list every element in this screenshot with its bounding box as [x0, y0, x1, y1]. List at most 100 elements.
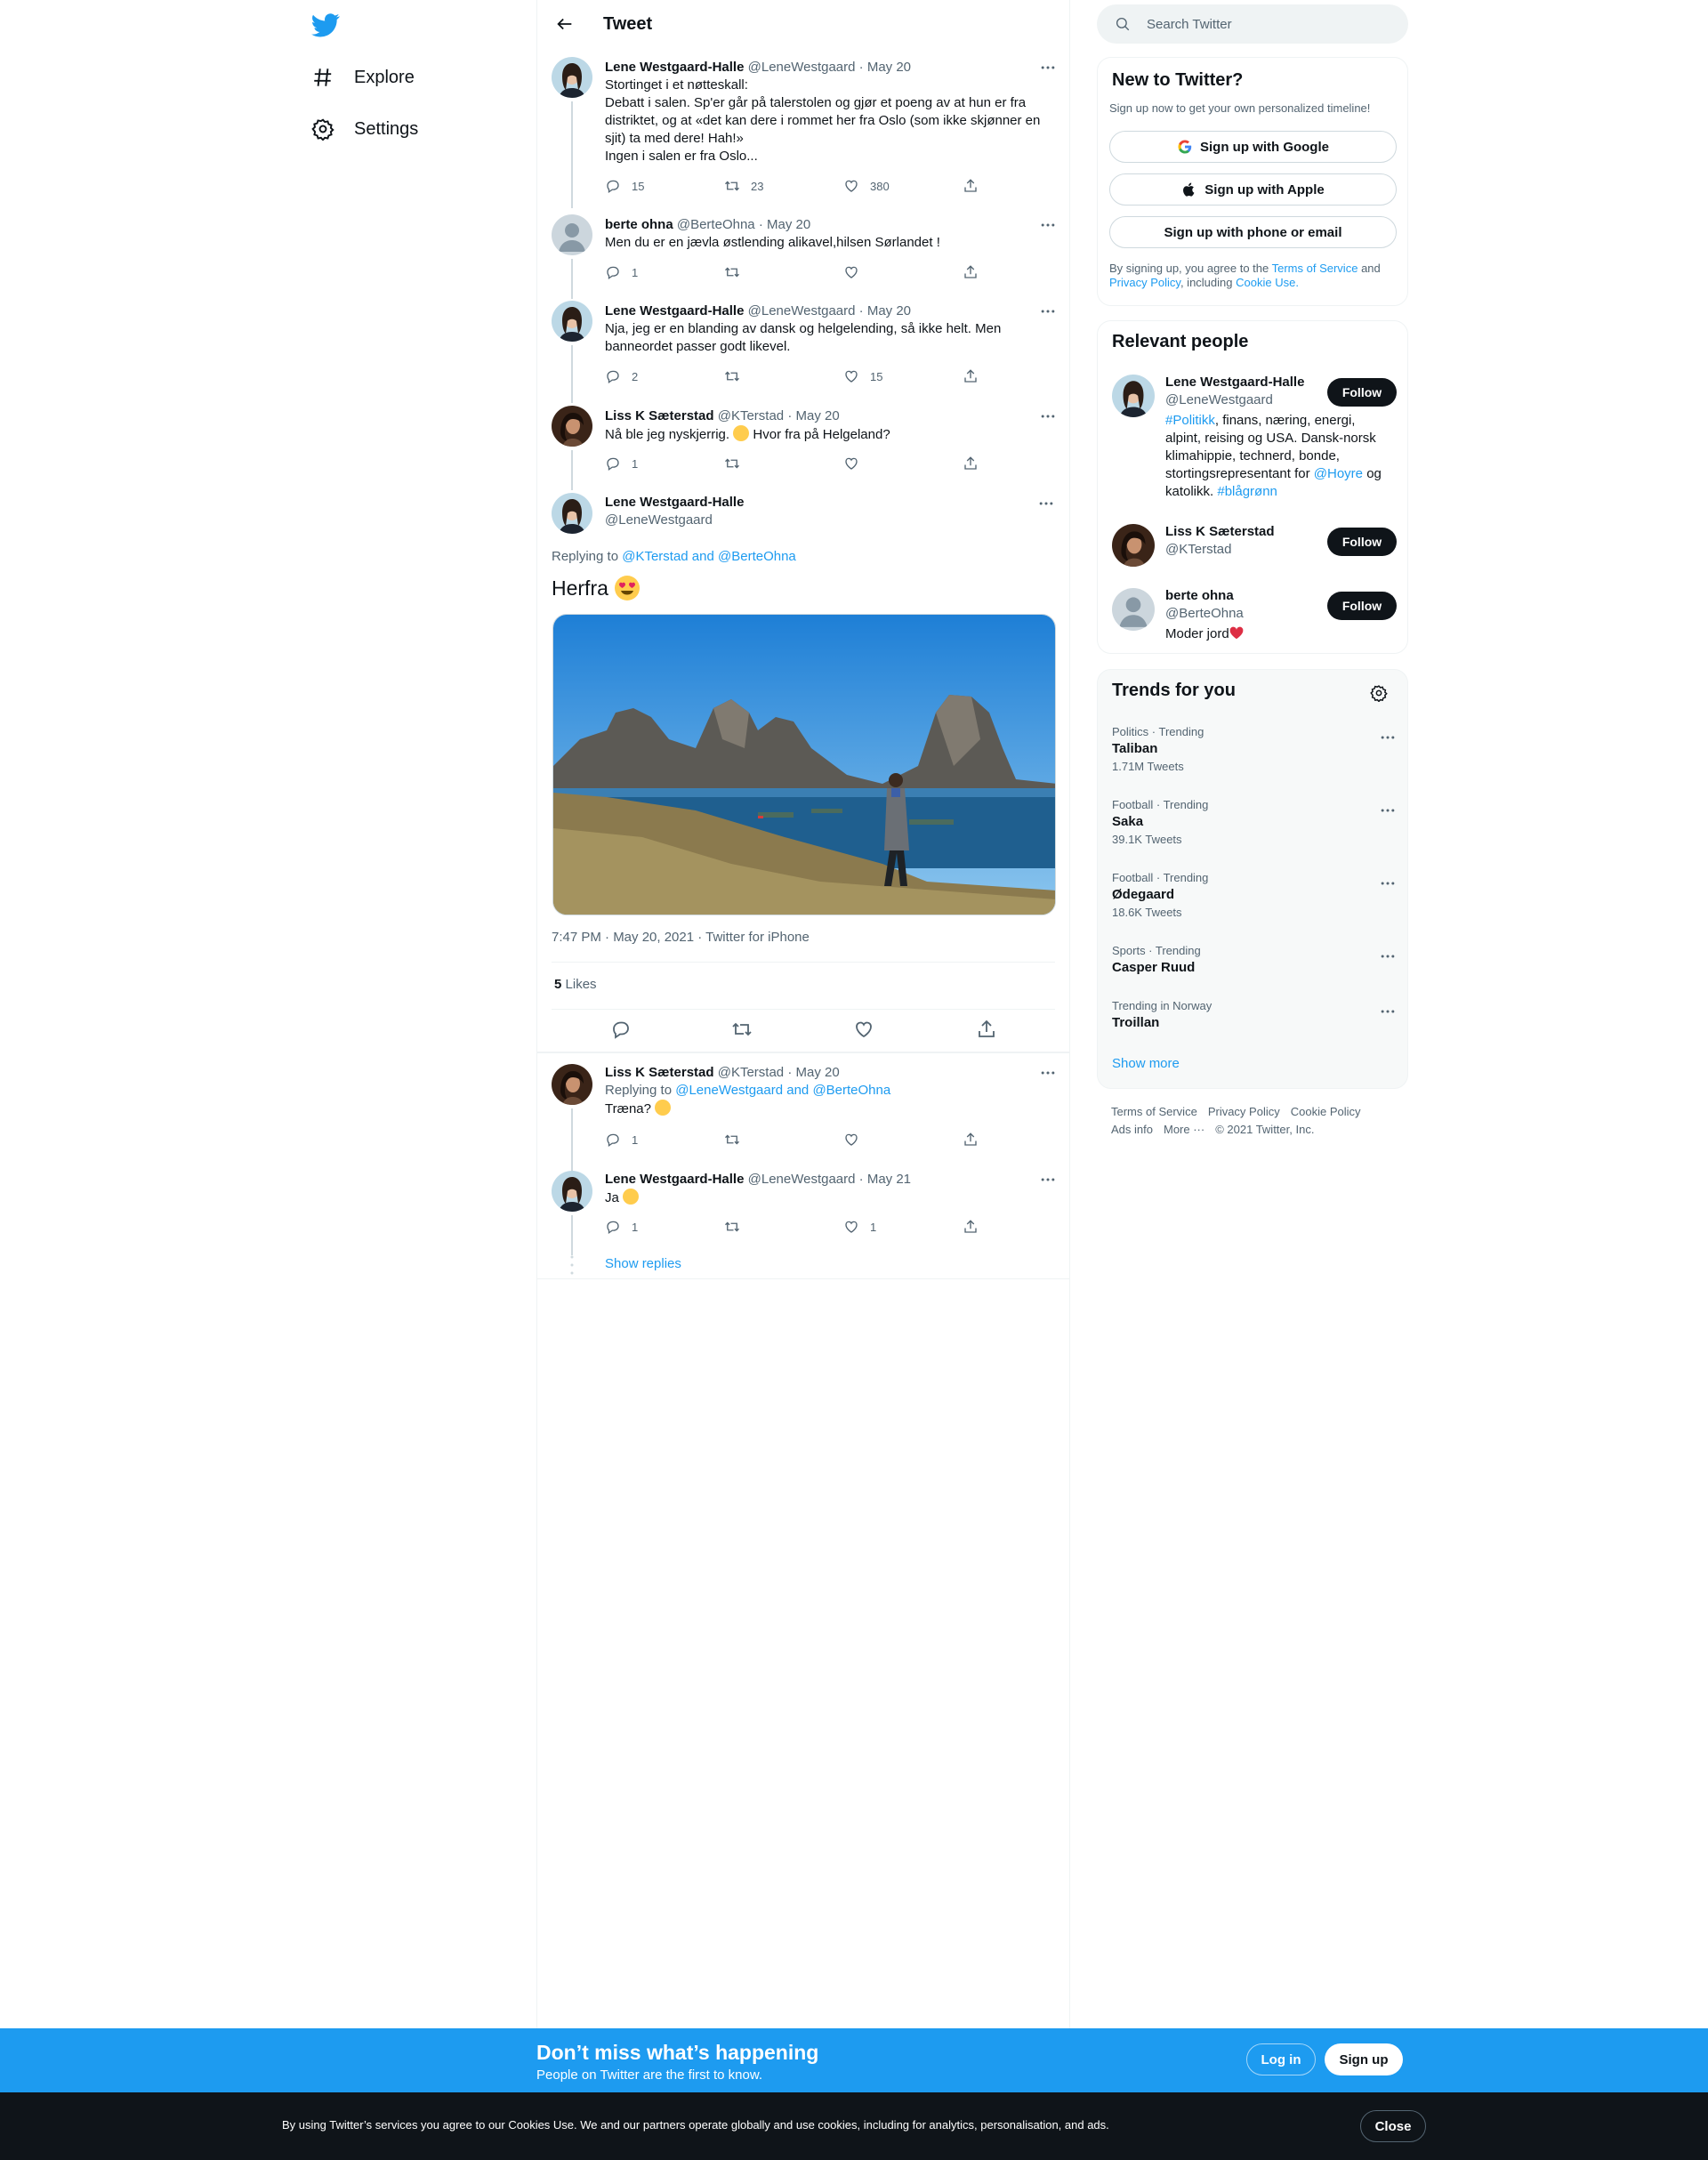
retweet-icon[interactable] — [731, 1019, 753, 1040]
tweet-date[interactable]: May 21 — [867, 1172, 911, 1187]
author-handle[interactable]: @LeneWestgaard — [748, 303, 856, 318]
author-handle[interactable]: @LeneWestgaard — [748, 60, 856, 75]
signup-phone-button[interactable]: Sign up with phone or email — [1109, 216, 1397, 248]
more-icon[interactable] — [1379, 947, 1397, 965]
signup-apple-button[interactable]: Sign up with Apple — [1109, 173, 1397, 206]
person-card[interactable]: berte ohna @BerteOhna Follow Moder jord — [1112, 588, 1397, 647]
avatar[interactable] — [552, 1064, 592, 1105]
retweet-button[interactable] — [724, 264, 740, 280]
likes-summary[interactable]: 5 Likes — [554, 977, 597, 992]
author-name[interactable]: Liss K Sæterstad — [605, 408, 714, 423]
signup-google-button[interactable]: Sign up with Google — [1109, 131, 1397, 163]
footer-link-privacy[interactable]: Privacy Policy — [1208, 1105, 1280, 1118]
footer-link-cookie[interactable]: Cookie Policy — [1291, 1105, 1361, 1118]
person-handle[interactable]: @BerteOhna — [1165, 606, 1244, 621]
thread-tweet[interactable]: Liss K Sæterstad @KTerstad · May 20 Nå b… — [537, 406, 1071, 490]
tweet-date[interactable]: May 20 — [867, 303, 911, 318]
tweet-date[interactable]: May 20 — [795, 408, 839, 423]
footer-link-more[interactable]: More ··· — [1164, 1123, 1204, 1136]
mention-link[interactable]: @Hoyre — [1314, 466, 1363, 481]
nav-settings[interactable]: Settings — [311, 111, 418, 147]
reply-tweet[interactable]: Liss K Sæterstad @KTerstad · May 20 Repl… — [537, 1064, 1071, 1175]
thread-tweet[interactable]: berte ohna @BerteOhna · May 20 Men du er… — [537, 214, 1071, 299]
trend-item[interactable]: Trending in Norway Troillan — [1112, 999, 1397, 1033]
show-more-link[interactable]: Show more — [1112, 1056, 1180, 1071]
terms-of-service-link[interactable]: Terms of Service — [1272, 262, 1358, 275]
person-name[interactable]: Lene Westgaard-Halle — [1165, 375, 1304, 390]
retweet-button[interactable] — [724, 368, 740, 384]
like-button[interactable] — [843, 1132, 859, 1148]
person-card[interactable]: Lene Westgaard-Halle @LeneWestgaard Foll… — [1112, 375, 1397, 508]
reply-button[interactable]: 1 — [605, 455, 638, 471]
person-name[interactable]: berte ohna — [1165, 588, 1234, 603]
reply-icon[interactable] — [610, 1019, 632, 1040]
retweet-button[interactable] — [724, 1132, 740, 1148]
more-icon[interactable] — [1039, 59, 1057, 77]
more-icon[interactable] — [1039, 1064, 1057, 1082]
reply-button[interactable]: 1 — [605, 1132, 638, 1148]
share-button[interactable] — [963, 1132, 979, 1148]
more-icon[interactable] — [1379, 1003, 1397, 1020]
like-button[interactable]: 380 — [843, 178, 890, 194]
like-button[interactable] — [843, 264, 859, 280]
footer-link-ads[interactable]: Ads info — [1111, 1123, 1153, 1136]
avatar[interactable] — [552, 1171, 592, 1212]
more-icon[interactable] — [1039, 407, 1057, 425]
more-icon[interactable] — [1039, 216, 1057, 234]
thread-tweet[interactable]: Lene Westgaard-Halle @LeneWestgaard · Ma… — [537, 57, 1071, 208]
reply-button[interactable]: 2 — [605, 368, 638, 384]
person-name[interactable]: Liss K Sæterstad — [1165, 524, 1275, 539]
focused-author-name[interactable]: Lene Westgaard-Halle — [605, 495, 744, 510]
search-box[interactable] — [1097, 4, 1408, 44]
author-name[interactable]: berte ohna — [605, 217, 673, 232]
more-icon[interactable] — [1379, 874, 1397, 892]
author-name[interactable]: Liss K Sæterstad — [605, 1065, 714, 1080]
like-button[interactable]: 1 — [843, 1219, 876, 1235]
like-button[interactable]: 15 — [843, 368, 882, 384]
show-replies-link[interactable]: Show replies — [605, 1256, 681, 1271]
more-icon[interactable] — [1379, 802, 1397, 819]
person-handle[interactable]: @KTerstad — [1165, 542, 1231, 557]
reply-button[interactable]: 1 — [605, 1219, 638, 1235]
trend-item[interactable]: Sports · Trending Casper Ruud — [1112, 944, 1397, 978]
cookie-use-link[interactable]: Cookie Use. — [1236, 276, 1299, 289]
share-button[interactable] — [963, 455, 979, 471]
trend-item[interactable]: Football · Trending Ødegaard 18.6K Tweet… — [1112, 871, 1397, 921]
share-button[interactable] — [963, 178, 979, 194]
thread-tweet[interactable]: Lene Westgaard-Halle @LeneWestgaard · Ma… — [537, 301, 1071, 403]
follow-button[interactable]: Follow — [1327, 528, 1397, 556]
more-icon[interactable] — [1039, 302, 1057, 320]
author-handle[interactable]: @KTerstad — [718, 1065, 784, 1080]
avatar[interactable] — [1112, 524, 1155, 567]
reply-tweet[interactable]: Lene Westgaard-Halle @LeneWestgaard · Ma… — [537, 1171, 1071, 1277]
tweet-date[interactable]: May 20 — [867, 60, 911, 75]
replying-to-links[interactable]: @KTerstad and @BerteOhna — [622, 549, 796, 564]
focused-author-avatar[interactable] — [552, 493, 592, 534]
share-button[interactable] — [963, 368, 979, 384]
author-name[interactable]: Lene Westgaard-Halle — [605, 60, 744, 75]
hashtag-link[interactable]: #blågrønn — [1217, 484, 1277, 499]
heart-icon[interactable] — [853, 1019, 874, 1040]
avatar[interactable] — [1112, 375, 1155, 417]
avatar[interactable] — [1112, 588, 1155, 631]
back-arrow-icon[interactable] — [555, 14, 575, 34]
twitter-bird-icon[interactable] — [311, 11, 340, 39]
share-icon[interactable] — [976, 1019, 997, 1040]
retweet-button[interactable]: 23 — [724, 178, 763, 194]
follow-button[interactable]: Follow — [1327, 592, 1397, 620]
nav-explore[interactable]: Explore — [311, 60, 415, 95]
author-handle[interactable]: @BerteOhna — [677, 217, 755, 232]
cookie-close-button[interactable]: Close — [1360, 2110, 1426, 2142]
author-handle[interactable]: @KTerstad — [718, 408, 784, 423]
more-icon[interactable] — [1037, 495, 1055, 512]
gear-icon[interactable] — [1370, 684, 1388, 702]
share-button[interactable] — [963, 264, 979, 280]
trend-item[interactable]: Politics · Trending Taliban 1.71M Tweets — [1112, 725, 1397, 775]
hashtag-link[interactable]: #Politikk — [1165, 413, 1215, 428]
more-icon[interactable] — [1039, 1171, 1057, 1189]
person-card[interactable]: Liss K Sæterstad @KTerstad Follow — [1112, 524, 1397, 568]
follow-button[interactable]: Follow — [1327, 378, 1397, 407]
like-button[interactable] — [843, 455, 859, 471]
footer-link-terms[interactable]: Terms of Service — [1111, 1105, 1197, 1118]
focused-author-handle[interactable]: @LeneWestgaard — [605, 512, 713, 528]
